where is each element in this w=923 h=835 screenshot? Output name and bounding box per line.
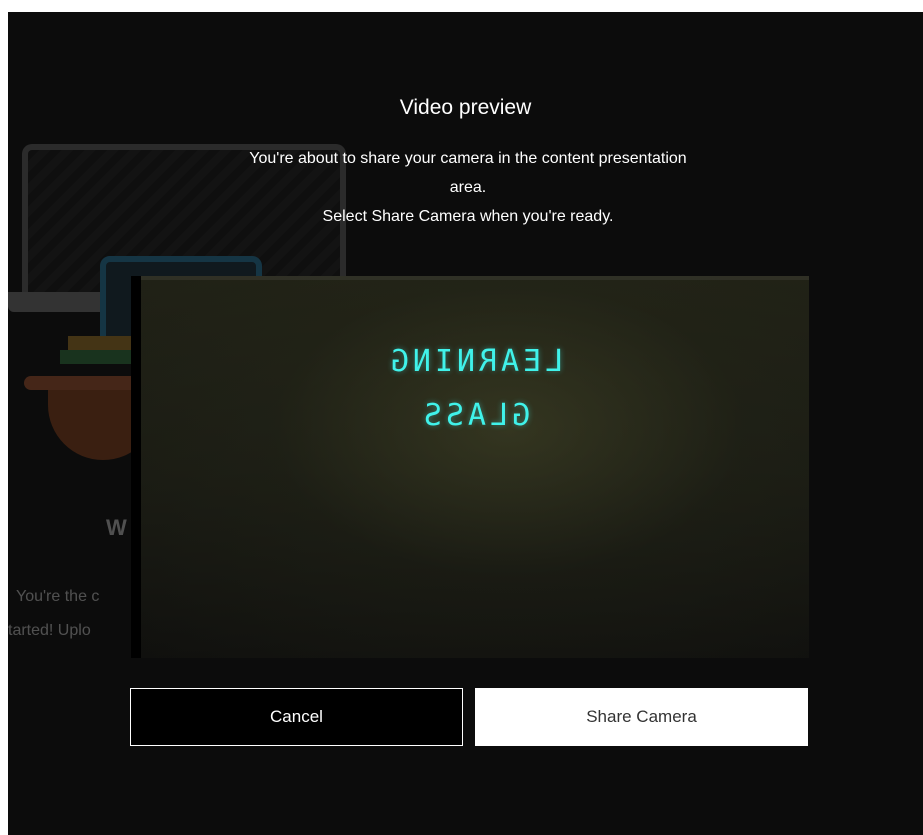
board-writing: LEARNING xyxy=(386,344,564,379)
camera-feed: LEARNING GLASS xyxy=(141,276,809,658)
description-line: Select Share Camera when you're ready. xyxy=(322,208,614,225)
board-writing: GLASS xyxy=(419,398,531,433)
cancel-button[interactable]: Cancel xyxy=(130,688,463,746)
camera-preview: LEARNING GLASS xyxy=(131,276,809,658)
share-camera-button[interactable]: Share Camera xyxy=(475,688,808,746)
dialog-description: You're about to share your camera in the… xyxy=(148,144,788,231)
app-screen: W You're the c tarted! Uplo Video previe… xyxy=(8,12,923,835)
description-line: area. xyxy=(449,179,487,196)
dialog-title: Video preview xyxy=(399,96,532,119)
background-heading: W xyxy=(106,515,127,540)
background-text-line: You're the c xyxy=(16,588,100,605)
description-line: You're about to share your camera in the… xyxy=(249,150,687,167)
background-text-line: tarted! Uplo xyxy=(8,622,91,639)
board-edge xyxy=(141,276,809,280)
